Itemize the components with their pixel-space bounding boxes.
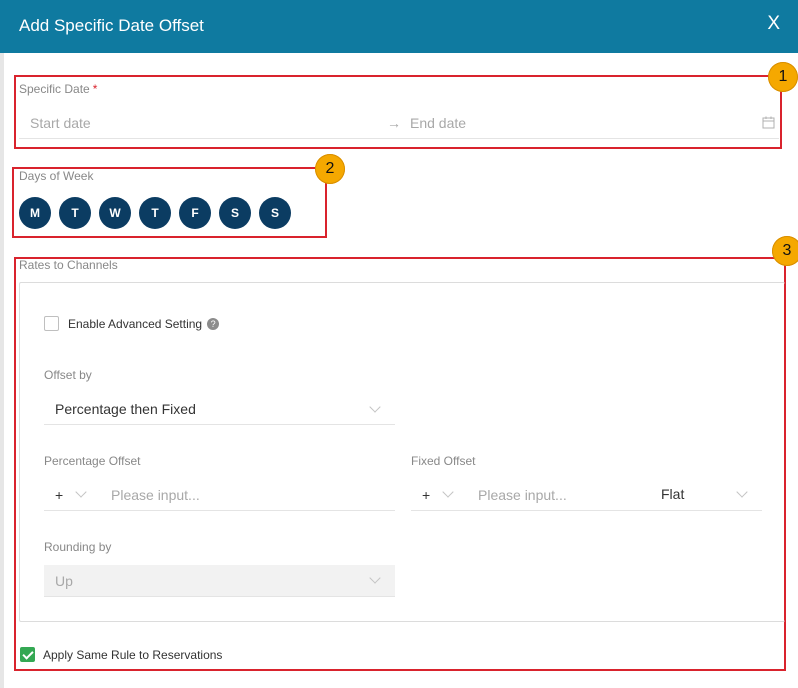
specific-date-label: Specific Date * [19, 82, 97, 96]
rates-to-channels-label: Rates to Channels [19, 258, 118, 272]
end-date-input[interactable]: End date [410, 115, 466, 131]
enable-advanced-setting-label: Enable Advanced Setting? [68, 317, 220, 331]
required-mark: * [92, 82, 98, 96]
day-button-sunday[interactable]: S [259, 197, 291, 229]
percentage-offset-input[interactable]: Please input... [111, 487, 200, 503]
day-button-wednesday[interactable]: W [99, 197, 131, 229]
offset-by-underline [44, 424, 395, 425]
enable-advanced-setting-text: Enable Advanced Setting [68, 317, 203, 331]
callout-badge-2: 2 [315, 154, 345, 184]
rounding-by-label: Rounding by [44, 540, 112, 554]
percentage-sign-select[interactable]: + [55, 487, 63, 503]
fixed-type-select-value[interactable]: Flat [661, 486, 684, 502]
close-icon[interactable]: X [767, 14, 780, 33]
backdrop-strip [0, 53, 4, 688]
day-button-tuesday[interactable]: T [59, 197, 91, 229]
date-range-arrow-icon: → [387, 115, 401, 131]
date-range-underline [19, 138, 779, 139]
day-button-monday[interactable]: M [19, 197, 51, 229]
dialog-header: Add Specific Date Offset X [0, 0, 798, 53]
offset-by-select-value[interactable]: Percentage then Fixed [55, 401, 196, 417]
help-icon[interactable]: ? [207, 318, 220, 330]
apply-same-rule-checkbox[interactable] [20, 647, 35, 662]
enable-advanced-setting-checkbox[interactable] [44, 316, 59, 331]
callout-badge-1: 1 [768, 62, 798, 92]
calendar-icon[interactable] [762, 116, 775, 129]
callout-badge-3: 3 [772, 236, 798, 266]
dialog-title: Add Specific Date Offset [19, 16, 204, 35]
apply-same-rule-label: Apply Same Rule to Reservations [43, 648, 223, 662]
day-button-saturday[interactable]: S [219, 197, 251, 229]
percentage-offset-underline [44, 510, 395, 511]
offset-by-label: Offset by [44, 368, 92, 382]
rounding-by-select-value: Up [55, 573, 73, 589]
day-button-friday[interactable]: F [179, 197, 211, 229]
fixed-offset-underline [411, 510, 762, 511]
days-of-week-label: Days of Week [19, 169, 94, 183]
percentage-offset-label: Percentage Offset [44, 454, 141, 468]
rounding-by-select [44, 565, 395, 597]
fixed-offset-label: Fixed Offset [411, 454, 476, 468]
specific-date-label-text: Specific Date [19, 82, 90, 96]
start-date-input[interactable]: Start date [30, 115, 91, 131]
day-button-thursday[interactable]: T [139, 197, 171, 229]
fixed-sign-select[interactable]: + [422, 487, 430, 503]
fixed-offset-input[interactable]: Please input... [478, 487, 567, 503]
